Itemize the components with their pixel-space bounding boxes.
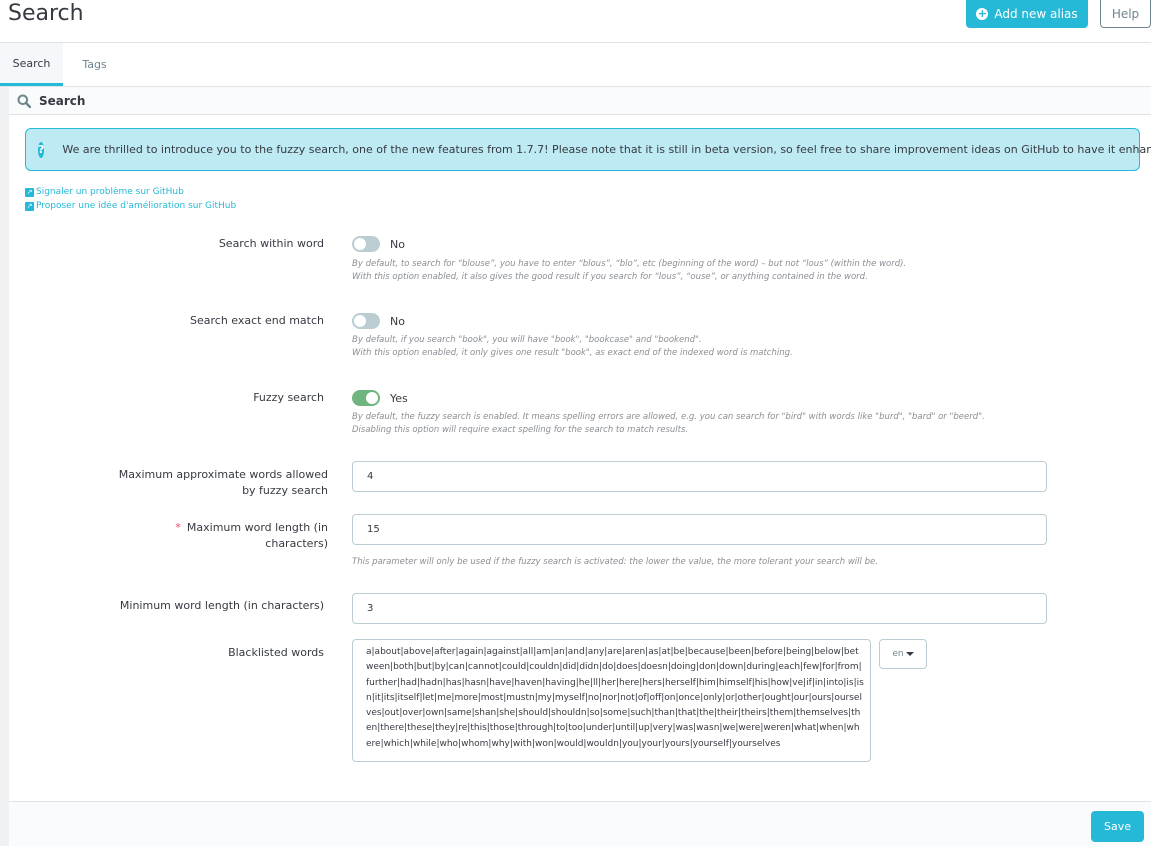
min-word-length-input[interactable]: 3	[352, 593, 1047, 624]
report-issue-label: Signaler un problème sur GitHub	[36, 187, 184, 197]
add-new-alias-button[interactable]: + Add new alias	[966, 0, 1088, 28]
max-approx-words-label: Maximum approximate words allowed by fuz…	[98, 467, 328, 499]
search-exact-end-help: By default, if you search "book", you wi…	[352, 334, 793, 360]
fuzzy-search-switch-row: Yes	[352, 390, 408, 406]
github-links: ↗ Signaler un problème sur GitHub ↗ Prop…	[25, 185, 236, 213]
max-approx-words-input[interactable]: 4	[352, 461, 1047, 492]
panel-title: Search	[39, 93, 86, 108]
min-word-length-label: Minimum word length (in characters)	[119, 599, 324, 612]
search-exact-end-toggle[interactable]	[352, 313, 380, 329]
info-alert: ? We are thrilled to introduce you to th…	[25, 128, 1151, 171]
help-line: By default, if you search "book", you wi…	[352, 335, 702, 345]
toggle-knob	[354, 238, 366, 250]
toggle-knob	[366, 392, 378, 404]
suggest-improvement-label: Proposer une idée d'amélioration sur Git…	[36, 201, 237, 211]
search-within-word-toggle[interactable]	[352, 236, 380, 252]
caret-down-icon	[905, 652, 914, 656]
search-within-word-switch-row: No	[352, 236, 405, 252]
fuzzy-search-toggle[interactable]	[352, 390, 380, 406]
language-dropdown[interactable]: en	[879, 639, 927, 669]
search-icon	[17, 94, 31, 108]
help-line: With this option enabled, it also gives …	[352, 272, 868, 282]
help-line: By default, to search for “blouse”, you …	[352, 259, 907, 269]
save-button[interactable]: Save	[1091, 811, 1144, 842]
blacklisted-words-textarea[interactable]: a|about|above|after|again|against|all|am…	[352, 639, 871, 762]
max-word-length-help: This parameter will only be used if the …	[352, 557, 878, 567]
add-new-alias-label: Add new alias	[994, 7, 1078, 21]
external-link-icon: ↗	[25, 201, 34, 211]
tab-tags[interactable]: Tags	[63, 43, 126, 86]
page-header: Search + Add new alias Help	[0, 0, 1151, 43]
search-within-word-value: No	[390, 237, 405, 251]
search-within-word-help: By default, to search for “blouse”, you …	[352, 258, 906, 284]
external-link-icon: ↗	[25, 187, 34, 197]
language-value: en	[892, 649, 904, 659]
help-line: Disabling this option will require exact…	[352, 425, 689, 435]
fuzzy-search-value: Yes	[390, 391, 408, 405]
alert-text: We are thrilled to introduce you to the …	[62, 143, 1151, 156]
plus-circle-icon: +	[976, 7, 989, 20]
help-line: With this option enabled, it only gives …	[352, 348, 793, 358]
panel-footer: Save	[9, 801, 1151, 846]
blacklisted-words-label: Blacklisted words	[228, 646, 324, 659]
question-circle-icon: ?	[38, 141, 45, 158]
required-asterisk: *	[175, 521, 181, 534]
report-issue-link[interactable]: ↗ Signaler un problème sur GitHub	[25, 185, 236, 199]
panel-heading: Search	[9, 87, 1151, 115]
max-word-length-label: * Maximum word length (in characters)	[98, 520, 328, 552]
label-line: Maximum word length (in	[186, 521, 328, 534]
fuzzy-search-help: By default, the fuzzy search is enabled.…	[352, 411, 985, 437]
fuzzy-search-label: Fuzzy search	[253, 391, 324, 404]
search-exact-end-value: No	[390, 314, 405, 328]
tab-search[interactable]: Search	[0, 43, 63, 86]
page-title: Search	[8, 1, 84, 26]
search-exact-end-switch-row: No	[352, 313, 405, 329]
toggle-knob	[354, 315, 366, 327]
suggest-improvement-link[interactable]: ↗ Proposer une idée d'amélioration sur G…	[25, 199, 236, 213]
label-line: characters)	[265, 537, 328, 550]
search-panel: Search ? We are thrilled to introduce yo…	[9, 87, 1151, 846]
help-line: By default, the fuzzy search is enabled.…	[352, 412, 985, 422]
label-line: by fuzzy search	[242, 484, 328, 497]
search-within-word-label: Search within word	[218, 237, 324, 250]
tab-bar: Search Tags	[0, 43, 1151, 87]
label-line: Maximum approximate words allowed	[118, 468, 328, 481]
help-button[interactable]: Help	[1100, 0, 1151, 28]
search-exact-end-label: Search exact end match	[190, 314, 324, 327]
max-word-length-input[interactable]: 15	[352, 514, 1047, 545]
